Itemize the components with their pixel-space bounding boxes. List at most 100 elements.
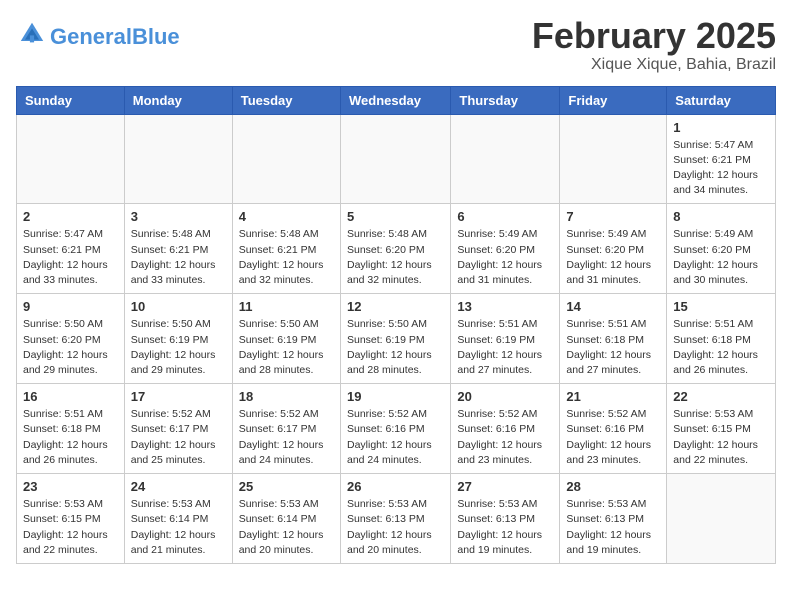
calendar-cell bbox=[451, 114, 560, 204]
weekday-header-row: SundayMondayTuesdayWednesdayThursdayFrid… bbox=[17, 86, 776, 114]
calendar-cell: 21 Sunrise: 5:52 AMSunset: 6:16 PMDayligh… bbox=[560, 384, 667, 474]
day-info: Sunrise: 5:47 AMSunset: 6:21 PMDaylight:… bbox=[23, 227, 118, 288]
day-info: Sunrise: 5:53 AMSunset: 6:13 PMDaylight:… bbox=[566, 497, 660, 558]
calendar-cell: 9 Sunrise: 5:50 AMSunset: 6:20 PMDaylight… bbox=[17, 294, 125, 384]
calendar-cell bbox=[340, 114, 450, 204]
calendar-cell: 24 Sunrise: 5:53 AMSunset: 6:14 PMDayligh… bbox=[124, 474, 232, 564]
day-info: Sunrise: 5:51 AMSunset: 6:19 PMDaylight:… bbox=[457, 317, 553, 378]
day-info: Sunrise: 5:50 AMSunset: 6:20 PMDaylight:… bbox=[23, 317, 118, 378]
logo-general: General bbox=[50, 24, 132, 49]
calendar-cell bbox=[560, 114, 667, 204]
day-info: Sunrise: 5:47 AMSunset: 6:21 PMDaylight:… bbox=[673, 138, 769, 199]
day-number: 18 bbox=[239, 389, 334, 404]
day-number: 26 bbox=[347, 479, 444, 494]
day-number: 16 bbox=[23, 389, 118, 404]
day-info: Sunrise: 5:49 AMSunset: 6:20 PMDaylight:… bbox=[566, 227, 660, 288]
logo-text: GeneralBlue bbox=[50, 26, 180, 48]
day-number: 1 bbox=[673, 120, 769, 135]
logo: GeneralBlue bbox=[16, 20, 180, 53]
day-number: 4 bbox=[239, 209, 334, 224]
title-block: February 2025 Xique Xique, Bahia, Brazil bbox=[532, 16, 776, 74]
calendar-cell bbox=[124, 114, 232, 204]
day-info: Sunrise: 5:48 AMSunset: 6:20 PMDaylight:… bbox=[347, 227, 444, 288]
day-info: Sunrise: 5:52 AMSunset: 6:16 PMDaylight:… bbox=[347, 407, 444, 468]
month-title: February 2025 bbox=[532, 16, 776, 56]
day-info: Sunrise: 5:53 AMSunset: 6:13 PMDaylight:… bbox=[347, 497, 444, 558]
day-number: 12 bbox=[347, 299, 444, 314]
day-info: Sunrise: 5:52 AMSunset: 6:17 PMDaylight:… bbox=[131, 407, 226, 468]
day-info: Sunrise: 5:48 AMSunset: 6:21 PMDaylight:… bbox=[131, 227, 226, 288]
day-number: 5 bbox=[347, 209, 444, 224]
day-info: Sunrise: 5:51 AMSunset: 6:18 PMDaylight:… bbox=[673, 317, 769, 378]
calendar: SundayMondayTuesdayWednesdayThursdayFrid… bbox=[16, 86, 776, 564]
day-number: 27 bbox=[457, 479, 553, 494]
calendar-cell: 22 Sunrise: 5:53 AMSunset: 6:15 PMDayligh… bbox=[667, 384, 776, 474]
day-info: Sunrise: 5:51 AMSunset: 6:18 PMDaylight:… bbox=[23, 407, 118, 468]
calendar-cell bbox=[232, 114, 340, 204]
day-number: 19 bbox=[347, 389, 444, 404]
day-info: Sunrise: 5:53 AMSunset: 6:13 PMDaylight:… bbox=[457, 497, 553, 558]
calendar-cell: 2 Sunrise: 5:47 AMSunset: 6:21 PMDaylight… bbox=[17, 204, 125, 294]
day-number: 17 bbox=[131, 389, 226, 404]
weekday-header: Saturday bbox=[667, 86, 776, 114]
day-number: 6 bbox=[457, 209, 553, 224]
day-number: 20 bbox=[457, 389, 553, 404]
day-info: Sunrise: 5:50 AMSunset: 6:19 PMDaylight:… bbox=[347, 317, 444, 378]
calendar-cell: 11Sunrise: 5:50 AMSunset: 6:19 PMDayligh… bbox=[232, 294, 340, 384]
day-info: Sunrise: 5:53 AMSunset: 6:15 PMDaylight:… bbox=[23, 497, 118, 558]
day-number: 14 bbox=[566, 299, 660, 314]
weekday-header: Tuesday bbox=[232, 86, 340, 114]
location: Xique Xique, Bahia, Brazil bbox=[532, 56, 776, 74]
day-number: 23 bbox=[23, 479, 118, 494]
weekday-header: Thursday bbox=[451, 86, 560, 114]
day-number: 15 bbox=[673, 299, 769, 314]
week-row: 1 Sunrise: 5:47 AMSunset: 6:21 PMDaylight… bbox=[17, 114, 776, 204]
week-row: 16 Sunrise: 5:51 AMSunset: 6:18 PMDayligh… bbox=[17, 384, 776, 474]
day-info: Sunrise: 5:51 AMSunset: 6:18 PMDaylight:… bbox=[566, 317, 660, 378]
day-info: Sunrise: 5:49 AMSunset: 6:20 PMDaylight:… bbox=[673, 227, 769, 288]
day-info: Sunrise: 5:52 AMSunset: 6:16 PMDaylight:… bbox=[566, 407, 660, 468]
calendar-cell: 12 Sunrise: 5:50 AMSunset: 6:19 PMDayligh… bbox=[340, 294, 450, 384]
calendar-cell: 6Sunrise: 5:49 AMSunset: 6:20 PMDaylight… bbox=[451, 204, 560, 294]
calendar-cell: 18 Sunrise: 5:52 AMSunset: 6:17 PMDayligh… bbox=[232, 384, 340, 474]
day-info: Sunrise: 5:53 AMSunset: 6:15 PMDaylight:… bbox=[673, 407, 769, 468]
weekday-header: Monday bbox=[124, 86, 232, 114]
calendar-cell: 15 Sunrise: 5:51 AMSunset: 6:18 PMDayligh… bbox=[667, 294, 776, 384]
day-number: 22 bbox=[673, 389, 769, 404]
day-number: 24 bbox=[131, 479, 226, 494]
calendar-cell: 13Sunrise: 5:51 AMSunset: 6:19 PMDayligh… bbox=[451, 294, 560, 384]
calendar-cell: 20Sunrise: 5:52 AMSunset: 6:16 PMDayligh… bbox=[451, 384, 560, 474]
day-number: 2 bbox=[23, 209, 118, 224]
week-row: 9 Sunrise: 5:50 AMSunset: 6:20 PMDaylight… bbox=[17, 294, 776, 384]
weekday-header: Sunday bbox=[17, 86, 125, 114]
weekday-header: Friday bbox=[560, 86, 667, 114]
week-row: 2 Sunrise: 5:47 AMSunset: 6:21 PMDaylight… bbox=[17, 204, 776, 294]
calendar-cell: 26 Sunrise: 5:53 AMSunset: 6:13 PMDayligh… bbox=[340, 474, 450, 564]
calendar-cell: 5 Sunrise: 5:48 AMSunset: 6:20 PMDaylight… bbox=[340, 204, 450, 294]
day-info: Sunrise: 5:52 AMSunset: 6:17 PMDaylight:… bbox=[239, 407, 334, 468]
calendar-cell: 4Sunrise: 5:48 AMSunset: 6:21 PMDaylight… bbox=[232, 204, 340, 294]
logo-blue: Blue bbox=[132, 24, 180, 49]
weekday-header: Wednesday bbox=[340, 86, 450, 114]
day-number: 10 bbox=[131, 299, 226, 314]
calendar-cell: 17 Sunrise: 5:52 AMSunset: 6:17 PMDayligh… bbox=[124, 384, 232, 474]
day-number: 28 bbox=[566, 479, 660, 494]
calendar-cell bbox=[667, 474, 776, 564]
logo-icon bbox=[18, 20, 46, 48]
calendar-cell: 14 Sunrise: 5:51 AMSunset: 6:18 PMDayligh… bbox=[560, 294, 667, 384]
calendar-cell bbox=[17, 114, 125, 204]
week-row: 23 Sunrise: 5:53 AMSunset: 6:15 PMDayligh… bbox=[17, 474, 776, 564]
day-info: Sunrise: 5:50 AMSunset: 6:19 PMDaylight:… bbox=[131, 317, 226, 378]
calendar-cell: 10 Sunrise: 5:50 AMSunset: 6:19 PMDayligh… bbox=[124, 294, 232, 384]
day-number: 8 bbox=[673, 209, 769, 224]
day-number: 21 bbox=[566, 389, 660, 404]
day-number: 7 bbox=[566, 209, 660, 224]
calendar-cell: 25Sunrise: 5:53 AMSunset: 6:14 PMDayligh… bbox=[232, 474, 340, 564]
calendar-cell: 19 Sunrise: 5:52 AMSunset: 6:16 PMDayligh… bbox=[340, 384, 450, 474]
calendar-cell: 28 Sunrise: 5:53 AMSunset: 6:13 PMDayligh… bbox=[560, 474, 667, 564]
day-number: 25 bbox=[239, 479, 334, 494]
day-number: 9 bbox=[23, 299, 118, 314]
day-number: 11 bbox=[239, 299, 334, 314]
day-info: Sunrise: 5:53 AMSunset: 6:14 PMDaylight:… bbox=[131, 497, 226, 558]
page-header: GeneralBlue February 2025 Xique Xique, B… bbox=[16, 16, 776, 74]
